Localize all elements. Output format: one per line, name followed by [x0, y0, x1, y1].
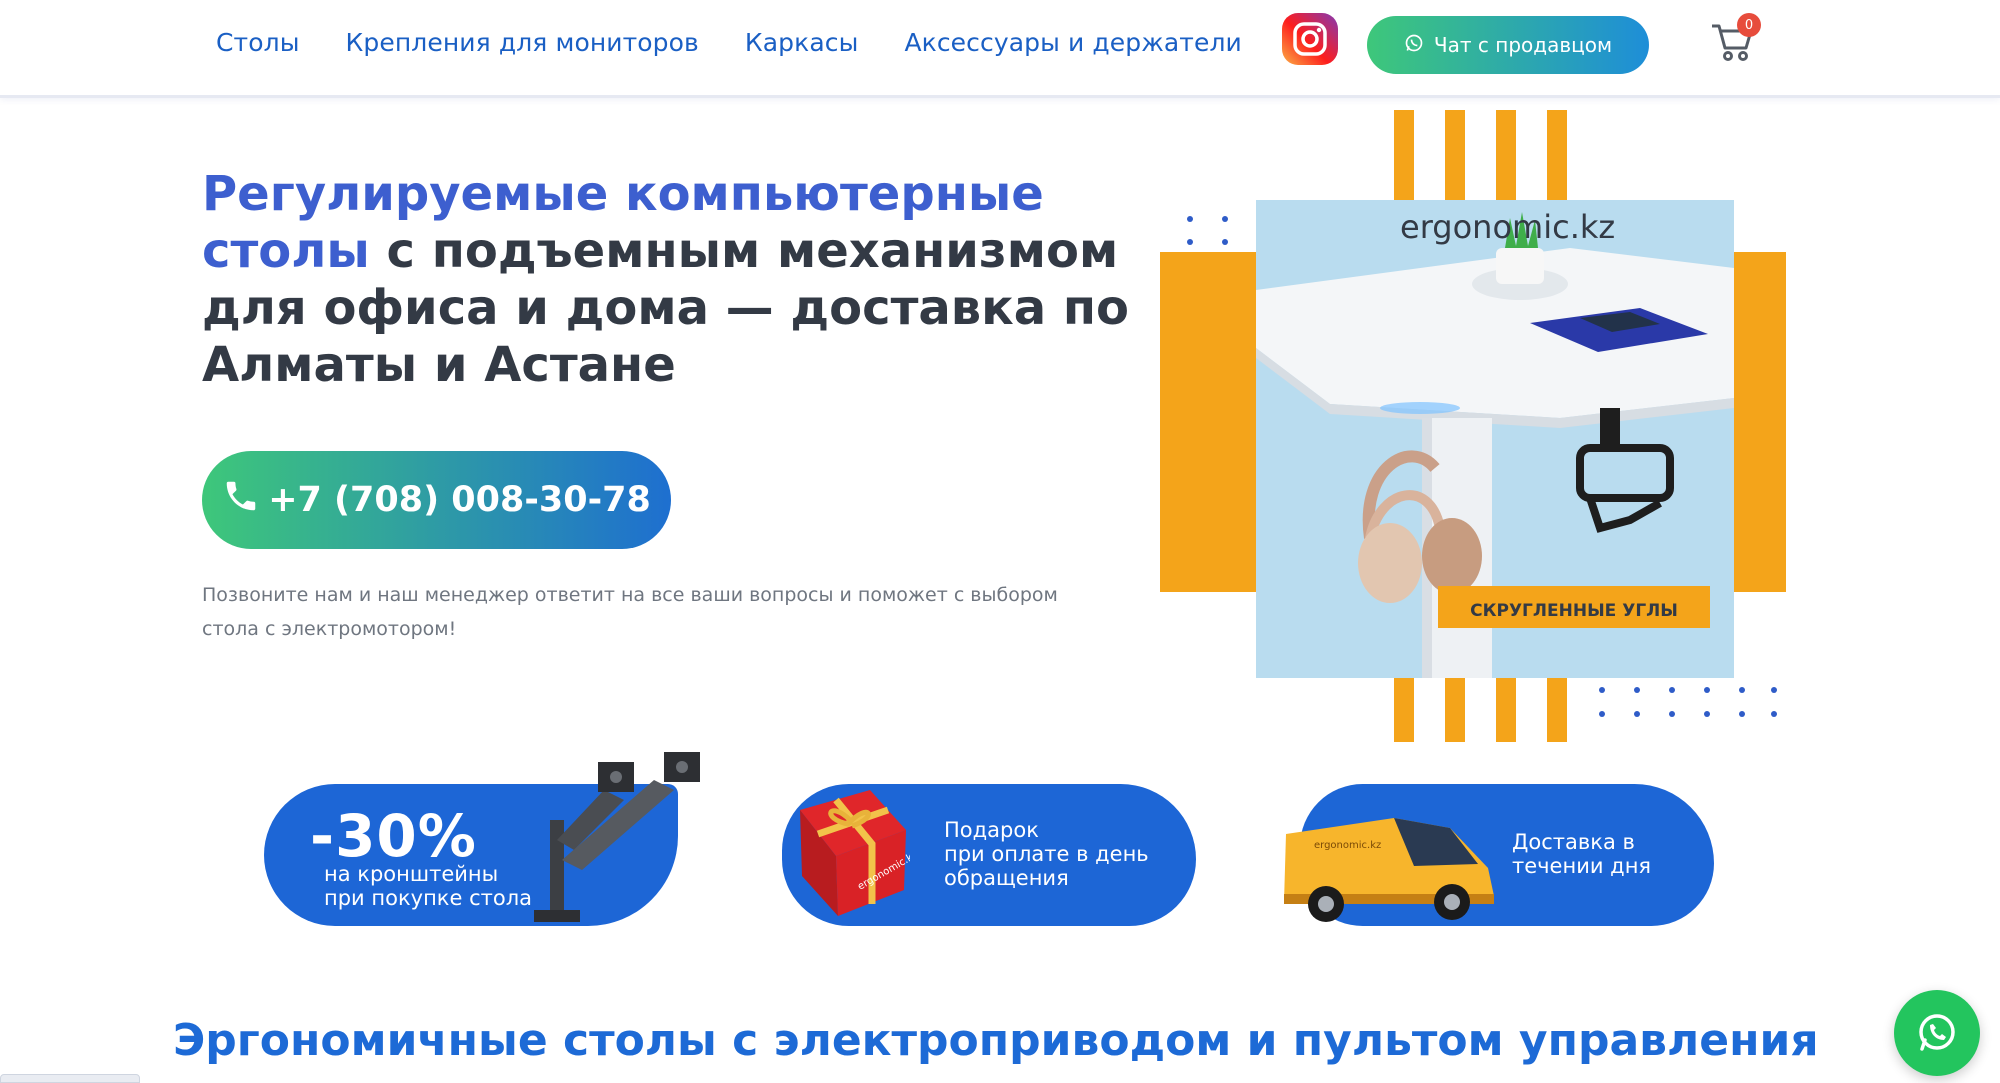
cookie-tab[interactable] [0, 1074, 140, 1083]
monitor-arm-image [534, 752, 700, 922]
chat-with-seller-button[interactable]: Чат с продавцом [1367, 16, 1649, 74]
chat-button-label: Чат с продавцом [1433, 33, 1613, 57]
main-nav: Столы Крепления для мониторов Каркасы Ак… [216, 28, 1242, 57]
image-banner-text: СКРУГЛЕННЫЕ УГЛЫ [1470, 601, 1678, 621]
whatsapp-icon [1404, 33, 1424, 58]
promo-discount-card[interactable]: -30% на кронштейны при покупке стола [264, 752, 700, 926]
nav-item-frames[interactable]: Каркасы [745, 28, 859, 57]
whatsapp-icon[interactable] [1894, 990, 1980, 1076]
hero-product-image: ergonomic.kz СКРУГЛЕННЫЕ УГЛЫ [1160, 108, 1806, 744]
promo-discount-text-2: при покупке стола [324, 886, 533, 910]
promo-discount-value: -30% [310, 802, 477, 870]
nav-item-accessories[interactable]: Аксессуары и держатели [904, 28, 1241, 57]
van-label: ergonomic.kz [1314, 840, 1381, 851]
delivery-van-image: ergonomic.kz [1284, 818, 1494, 922]
instagram-icon[interactable] [1282, 13, 1338, 65]
hero-title: Регулируемые компьютерные столы с подъем… [202, 166, 1162, 394]
promo-delivery-card[interactable]: ergonomic.kz Доставка в течении дня [1284, 784, 1714, 926]
phone-call-button[interactable]: +7 (708) 008-30-78 [202, 451, 671, 549]
phone-icon [222, 477, 260, 524]
gift-box-image: ergonomic.kz [800, 790, 910, 916]
promo-gift-text-3: обращения [944, 866, 1069, 890]
site-header: Столы Крепления для мониторов Каркасы Ак… [0, 0, 2000, 98]
promo-delivery-text-2: течении дня [1512, 854, 1652, 878]
promo-gift-card[interactable]: ergonomic.kz Подарок при оплате в день о… [782, 784, 1196, 926]
hero-subtitle: Позвоните нам и наш менеджер ответит на … [202, 584, 1058, 640]
promo-gift-text-2: при оплате в день [944, 842, 1149, 866]
page: Столы Крепления для мониторов Каркасы Ак… [0, 0, 2000, 1083]
nav-item-monitor-mounts[interactable]: Крепления для мониторов [346, 28, 699, 57]
phone-number: +7 (708) 008-30-78 [268, 480, 651, 520]
promo-gift-text-1: Подарок [944, 818, 1039, 842]
nav-item-tables[interactable]: Столы [216, 28, 300, 57]
promo-discount-text-1: на кронштейны [324, 862, 499, 886]
promo-delivery-text-1: Доставка в [1512, 830, 1635, 854]
image-brand-text: ergonomic.kz [1400, 208, 1615, 246]
section-heading: Эргономичные столы с электроприводом и п… [173, 1015, 1819, 1066]
cart-count-badge: 0 [1737, 13, 1761, 37]
